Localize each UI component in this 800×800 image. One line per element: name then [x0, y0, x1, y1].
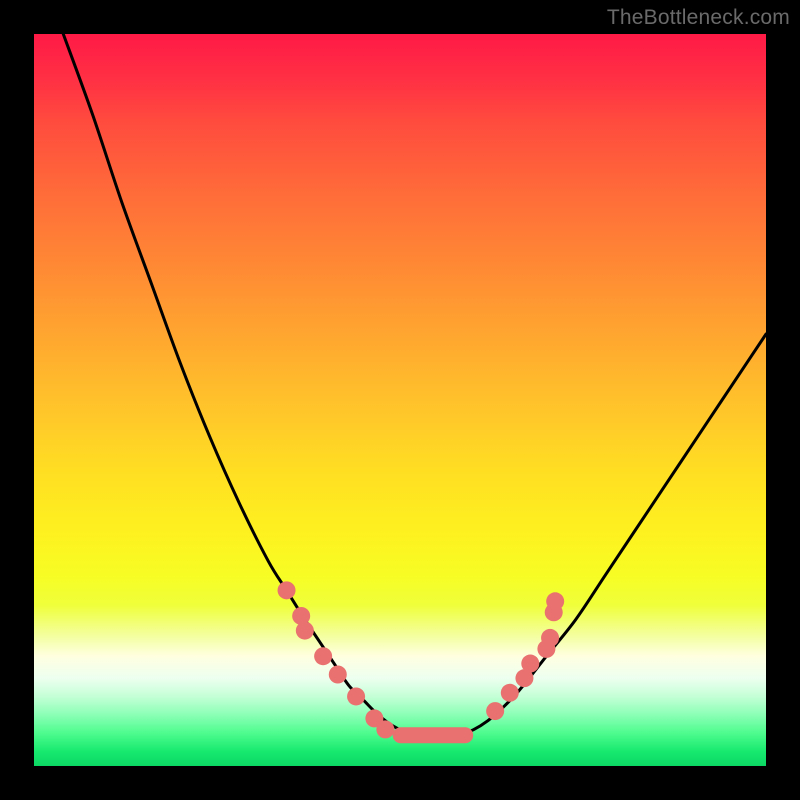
marker-dot	[376, 720, 394, 738]
marker-dot	[486, 702, 504, 720]
bottleneck-curve	[63, 34, 766, 737]
marker-dot	[329, 666, 347, 684]
marker-dot	[546, 592, 564, 610]
plot-area	[34, 34, 766, 766]
marker-dot	[278, 581, 296, 599]
curve-flat-band	[393, 727, 474, 743]
curve-markers	[278, 581, 565, 738]
marker-dot	[296, 622, 314, 640]
flat-band	[393, 727, 474, 743]
watermark-label: TheBottleneck.com	[607, 6, 790, 30]
curve-layer	[34, 34, 766, 766]
marker-dot	[521, 655, 539, 673]
marker-dot	[541, 629, 559, 647]
chart-frame: TheBottleneck.com	[0, 0, 800, 800]
marker-dot	[314, 647, 332, 665]
marker-dot	[501, 684, 519, 702]
marker-dot	[347, 687, 365, 705]
